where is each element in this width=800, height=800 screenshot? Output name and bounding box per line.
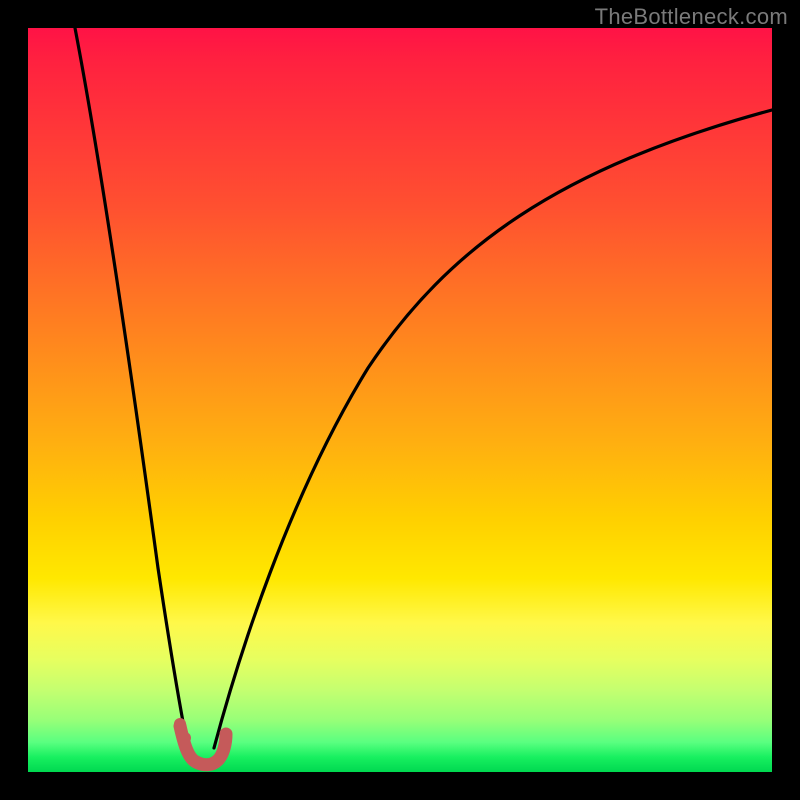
curve-layer: [28, 28, 772, 772]
bottleneck-curve-left: [75, 28, 188, 748]
watermark-text: TheBottleneck.com: [595, 4, 788, 30]
trough-dot-left2: [179, 732, 191, 744]
chart-frame: TheBottleneck.com: [0, 0, 800, 800]
plot-area: [28, 28, 772, 772]
bottleneck-curve-right: [214, 110, 772, 748]
trough-dot-left: [174, 718, 186, 730]
